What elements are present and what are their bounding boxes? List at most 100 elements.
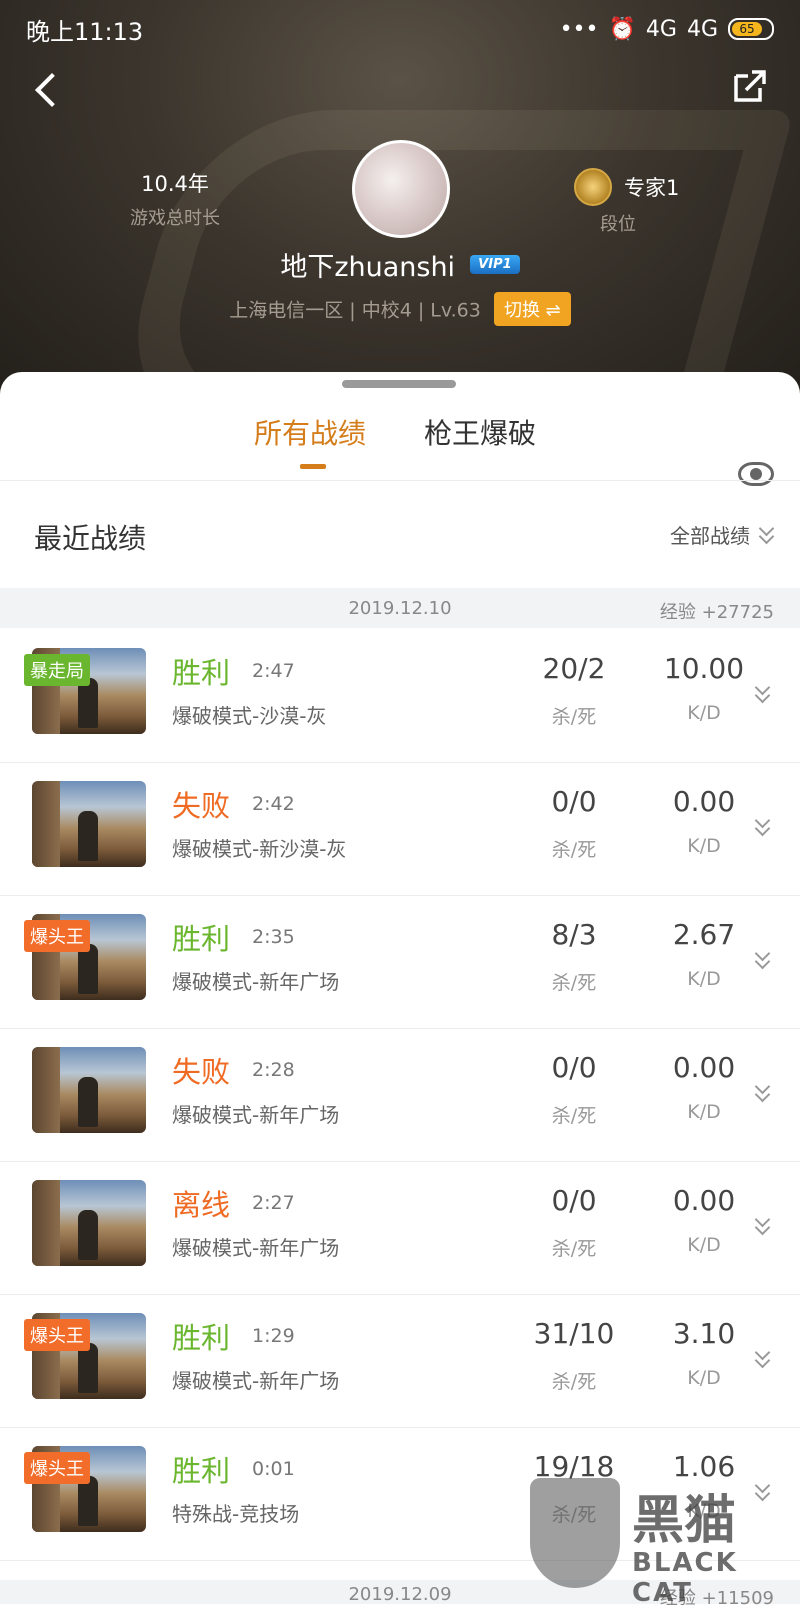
play-years-value: 10.4年 [141, 172, 209, 196]
match-thumbnail [32, 1180, 146, 1266]
records-sheet: 所有战绩 枪王爆破 最近战绩 全部战绩 2019.12.10 经验 +27725… [0, 372, 800, 1609]
chevron-down-icon[interactable] [754, 1347, 770, 1363]
match-result: 胜利 [172, 922, 231, 956]
watermark-text: 黑猫 [632, 1491, 737, 1551]
kd-ratio-label: K/D [687, 1234, 721, 1256]
rank-stat: 专家1 [574, 168, 679, 206]
kills-deaths-label: 杀/死 [551, 1371, 597, 1393]
battery-icon: 65 [728, 18, 774, 40]
avatar[interactable] [352, 140, 450, 238]
match-row[interactable]: 暴走局 胜利 2:47 爆破模式-沙漠-灰 20/2 杀/死 10.00 K/D [0, 628, 800, 763]
match-mode: 爆破模式-新年广场 [172, 1236, 340, 1260]
share-icon[interactable] [730, 66, 770, 106]
thumbnail-wall [32, 781, 60, 867]
match-duration: 2:27 [252, 1192, 295, 1214]
kd-ratio: 3.10 [672, 1317, 736, 1350]
thumbnail-soldier [78, 1210, 98, 1260]
match-row[interactable]: 离线 2:27 爆破模式-新年广场 0/0 杀/死 0.00 K/D [0, 1160, 800, 1295]
match-result: 胜利 [172, 656, 231, 690]
match-duration: 0:01 [252, 1458, 295, 1480]
match-row[interactable]: 失败 2:28 爆破模式-新年广场 0/0 杀/死 0.00 K/D [0, 1027, 800, 1162]
kd-ratio-label: K/D [687, 702, 721, 724]
match-duration: 2:42 [252, 793, 295, 815]
play-years-label: 游戏总时长 [130, 208, 220, 229]
name-row: 地下zhuanshi VIP1 [0, 245, 800, 284]
kills-deaths-label: 杀/死 [551, 1238, 597, 1260]
match-mode: 爆破模式-新年广场 [172, 1369, 340, 1393]
kd-ratio: 0.00 [672, 1051, 736, 1084]
eye-icon[interactable] [738, 462, 774, 486]
kd-ratio: 10.00 [663, 652, 745, 685]
match-mode: 特殊战-竞技场 [172, 1502, 300, 1526]
player-name: 地下zhuanshi [280, 252, 456, 283]
match-duration: 2:47 [252, 660, 295, 682]
match-result: 胜利 [172, 1321, 231, 1355]
tab-all-records-label: 所有战绩 [254, 417, 367, 450]
tab-sniper-blast-label: 枪王爆破 [424, 417, 537, 450]
back-arrow-icon[interactable] [30, 70, 70, 110]
date-group-exp: 经验 +27725 [659, 602, 774, 623]
sheet-grabber[interactable] [342, 380, 456, 388]
date-group-header: 2019.12.10 经验 +27725 [0, 588, 800, 628]
match-badge: 爆头王 [24, 920, 90, 952]
signal-1: 4G [645, 16, 677, 42]
watermark-logo [530, 1478, 620, 1588]
match-badge: 暴走局 [24, 654, 90, 686]
chevron-down-icon[interactable] [754, 682, 770, 698]
more-dots-icon: ••• [559, 16, 599, 42]
match-duration: 1:29 [252, 1325, 295, 1347]
kills-deaths-label: 杀/死 [551, 972, 597, 994]
tab-bar: 所有战绩 枪王爆破 [0, 412, 800, 486]
kd-ratio-label: K/D [687, 1101, 721, 1123]
chevron-down-icon[interactable] [754, 815, 770, 831]
match-mode: 爆破模式-沙漠-灰 [172, 704, 327, 728]
switch-button[interactable]: 切换 ⇌ [493, 292, 571, 326]
rank-label: 段位 [600, 214, 636, 235]
watermark: 黑猫 BLACK CAT [530, 1478, 800, 1608]
battery-level: 65 [732, 22, 762, 36]
profile-header: 晚上11:13 ••• ⏰ 4G 4G 65 10.4年 游戏总时长 专家1 段… [0, 0, 800, 400]
chevron-down-icon[interactable] [754, 1214, 770, 1230]
thumbnail-wall [32, 1180, 60, 1266]
tab-sniper-blast[interactable]: 枪王爆破 [424, 412, 536, 452]
match-row[interactable]: 爆头王 胜利 1:29 爆破模式-新年广场 31/10 杀/死 3.10 K/D [0, 1293, 800, 1428]
signal-2: 4G [686, 16, 718, 42]
match-row[interactable]: 失败 2:42 爆破模式-新沙漠-灰 0/0 杀/死 0.00 K/D [0, 761, 800, 896]
tab-divider [0, 480, 800, 481]
status-time: 晚上11:13 [26, 17, 144, 46]
match-badge: 爆头王 [24, 1452, 90, 1484]
kills-deaths: 8/3 [551, 918, 597, 951]
thumbnail-wall [32, 1047, 60, 1133]
match-mode: 爆破模式-新沙漠-灰 [172, 837, 347, 861]
kills-deaths: 0/0 [551, 785, 597, 818]
watermark-sub: BLACK CAT [632, 1548, 738, 1608]
server-row: 上海电信一区 | 中校4 | Lv.63 切换 ⇌ [0, 292, 800, 326]
server-info: 上海电信一区 | 中校4 | Lv.63 [229, 299, 481, 322]
match-row[interactable]: 爆头王 胜利 2:35 爆破模式-新年广场 8/3 杀/死 2.67 K/D [0, 894, 800, 1029]
match-mode: 爆破模式-新年广场 [172, 1103, 340, 1127]
chevron-down-icon[interactable] [754, 948, 770, 964]
play-time-stat: 10.4年 游戏总时长 [110, 168, 240, 230]
chevron-down-icon[interactable] [754, 1081, 770, 1097]
kills-deaths: 0/0 [551, 1051, 597, 1084]
kd-ratio-label: K/D [687, 968, 721, 990]
filter-dropdown[interactable]: 全部战绩 [670, 520, 774, 549]
chevron-down-icon [758, 523, 774, 539]
thumbnail-soldier [78, 1077, 98, 1127]
match-result: 离线 [172, 1188, 231, 1222]
alarm-icon: ⏰ [608, 16, 636, 42]
match-result: 胜利 [172, 1454, 231, 1488]
status-bar: 晚上11:13 ••• ⏰ 4G 4G 65 [26, 14, 774, 46]
match-duration: 2:35 [252, 926, 295, 948]
kills-deaths: 20/2 [542, 652, 606, 685]
kd-ratio-label: K/D [687, 835, 721, 857]
tab-all-records[interactable]: 所有战绩 [254, 412, 367, 469]
match-thumbnail [32, 781, 146, 867]
kills-deaths: 31/10 [533, 1317, 615, 1350]
kd-ratio: 0.00 [672, 785, 736, 818]
match-result: 失败 [172, 789, 231, 823]
match-thumbnail [32, 1047, 146, 1133]
status-icons: ••• ⏰ 4G 4G 65 [560, 17, 774, 42]
match-result: 失败 [172, 1055, 231, 1089]
match-badge: 爆头王 [24, 1319, 90, 1351]
